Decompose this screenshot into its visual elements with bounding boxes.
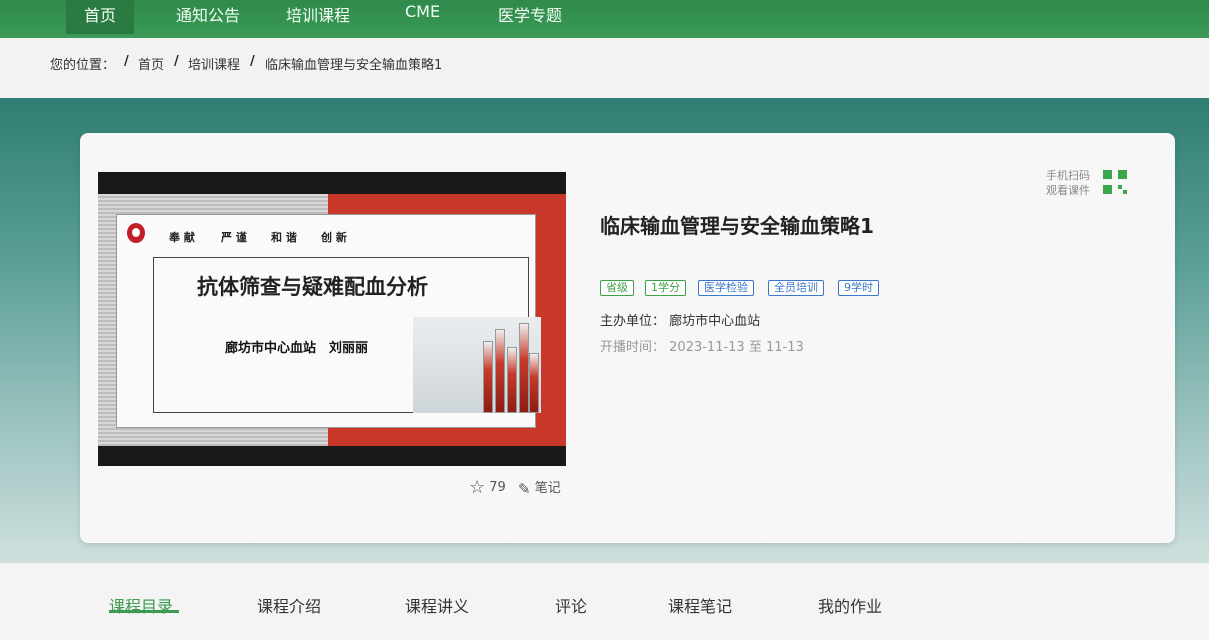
qr-hint-line1: 手机扫码 <box>1046 169 1090 182</box>
breadcrumb-current: 临床输血管理与安全输血策略1 <box>265 58 443 73</box>
time-label: 开播时间： <box>600 340 666 355</box>
edit-icon: ✎ <box>518 479 531 498</box>
tab-catalog[interactable]: 课程目录 <box>109 593 173 617</box>
tab-intro[interactable]: 课程介绍 <box>257 593 321 617</box>
slide-motto-1: 奉 献 <box>169 231 195 244</box>
breadcrumb-courses[interactable]: 培训课程 <box>188 54 240 73</box>
slide-motto-2: 严 谨 <box>221 231 247 244</box>
course-thumbnail[interactable]: 奉 献 严 谨 和 谐 创 新 抗体筛查与疑难配血分析 廊坊市中心血站 刘丽丽 <box>98 172 566 466</box>
breadcrumb-separator: / <box>174 54 179 69</box>
qr-code-icon[interactable] <box>1103 170 1127 194</box>
breadcrumb-separator: / <box>250 54 255 69</box>
tag-category: 医学检验 <box>698 280 754 296</box>
star-icon: ☆ <box>469 477 486 498</box>
slide-panel: 奉 献 严 谨 和 谐 创 新 抗体筛查与疑难配血分析 廊坊市中心血站 刘丽丽 <box>116 214 541 428</box>
tab-comments[interactable]: 评论 <box>555 593 587 617</box>
breadcrumb-home[interactable]: 首页 <box>138 54 164 73</box>
test-tubes-image <box>413 317 541 413</box>
course-title: 临床输血管理与安全输血策略1 <box>600 214 874 238</box>
breadcrumb-label: 您的位置： <box>50 58 116 73</box>
breadcrumb-separator: / <box>124 54 129 69</box>
slide-title: 抗体筛查与疑难配血分析 <box>197 275 428 299</box>
course-host: 主办单位： 廊坊市中心血站 <box>600 310 760 329</box>
host-value: 廊坊市中心血站 <box>669 314 761 329</box>
tag-credit: 1学分 <box>645 280 686 296</box>
slide-motto-3: 和 谐 <box>271 231 297 244</box>
tag-hours: 9学时 <box>838 280 879 296</box>
tab-homework[interactable]: 我的作业 <box>818 593 882 617</box>
tag-level: 省级 <box>600 280 634 296</box>
host-label: 主办单位： <box>600 314 666 329</box>
favorite-button[interactable]: ☆ 79 <box>469 477 506 498</box>
nav-home[interactable]: 首页 <box>66 0 135 34</box>
note-label: 笔记 <box>534 481 561 496</box>
course-tabs: 课程目录 课程介绍 课程讲义 评论 课程笔记 我的作业 <box>0 563 1209 640</box>
nav-notices[interactable]: 通知公告 <box>176 2 240 26</box>
qr-hint: 手机扫码 观看课件 <box>1046 168 1090 198</box>
slide-author: 廊坊市中心血站 刘丽丽 <box>225 341 369 356</box>
qr-hint-line2: 观看课件 <box>1046 184 1090 197</box>
tag-training: 全员培训 <box>768 280 824 296</box>
breadcrumb: 您的位置： / 首页 / 培训课程 / 临床输血管理与安全输血策略1 <box>0 38 1209 99</box>
note-button[interactable]: ✎ 笔记 <box>518 477 561 498</box>
top-nav: 首页 通知公告 培训课程 CME 医学专题 <box>0 0 1209 38</box>
nav-courses[interactable]: 培训课程 <box>286 2 350 26</box>
time-value: 2023-11-13 至 11-13 <box>669 340 804 355</box>
slide-motto-4: 创 新 <box>321 231 347 244</box>
nav-topics[interactable]: 医学专题 <box>498 2 562 26</box>
course-time: 开播时间： 2023-11-13 至 11-13 <box>600 336 804 355</box>
blood-drop-logo-icon <box>127 223 145 243</box>
nav-cme[interactable]: CME <box>405 2 440 21</box>
tab-notes[interactable]: 课程笔记 <box>668 593 732 617</box>
active-tab-underline <box>109 610 179 613</box>
favorite-count: 79 <box>489 480 506 495</box>
tab-handout[interactable]: 课程讲义 <box>405 593 469 617</box>
